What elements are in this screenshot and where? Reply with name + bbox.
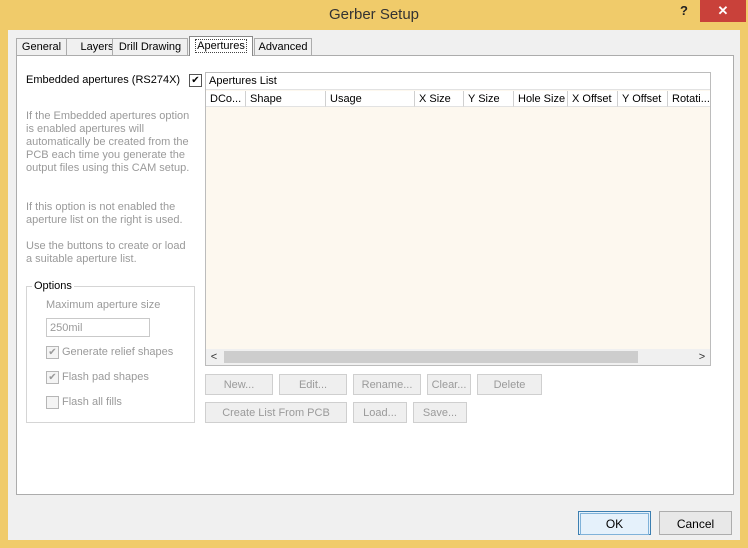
tab-apertures[interactable]: Apertures bbox=[189, 36, 253, 56]
column-header-y-size[interactable]: Y Size bbox=[464, 91, 514, 107]
window-title: Gerber Setup bbox=[328, 6, 420, 23]
ok-button-label: OK bbox=[580, 513, 649, 535]
new-button[interactable]: New... bbox=[205, 374, 273, 395]
options-group-title: Options bbox=[32, 280, 74, 292]
cancel-button[interactable]: Cancel bbox=[659, 511, 732, 535]
flash-all-fills-checkbox[interactable] bbox=[46, 396, 59, 409]
tab-advanced[interactable]: Advanced bbox=[254, 38, 312, 55]
column-header-usage[interactable]: Usage bbox=[326, 91, 415, 107]
flash-pad-checkbox[interactable]: ✔ bbox=[46, 371, 59, 384]
generate-relief-checkbox[interactable]: ✔ bbox=[46, 346, 59, 359]
column-header-dcode[interactable]: DCo... bbox=[206, 91, 246, 107]
apertures-list[interactable]: Apertures List DCo... Shape Usage X Size… bbox=[205, 72, 711, 366]
ok-button[interactable]: OK bbox=[578, 511, 651, 535]
tab-general[interactable]: General bbox=[16, 38, 67, 55]
edit-button[interactable]: Edit... bbox=[279, 374, 347, 395]
save-button[interactable]: Save... bbox=[413, 402, 467, 423]
column-header-hole-size[interactable]: Hole Size bbox=[514, 91, 568, 107]
flash-pad-label: Flash pad shapes bbox=[62, 371, 149, 383]
column-header-x-offset[interactable]: X Offset bbox=[568, 91, 618, 107]
generate-relief-label: Generate relief shapes bbox=[62, 346, 174, 358]
help-text-2: If this option is not enabled the apertu… bbox=[26, 201, 183, 226]
clear-button[interactable]: Clear... bbox=[427, 374, 471, 395]
tab-drill-drawing[interactable]: Drill Drawing bbox=[112, 38, 188, 55]
column-header-y-offset[interactable]: Y Offset bbox=[618, 91, 668, 107]
embedded-apertures-label: Embedded apertures (RS274X) bbox=[26, 74, 181, 86]
help-button[interactable]: ? bbox=[670, 0, 698, 22]
help-text-1: If the Embedded apertures option is enab… bbox=[26, 110, 190, 174]
delete-button[interactable]: Delete bbox=[477, 374, 542, 395]
embedded-apertures-checkbox[interactable]: ✔ bbox=[189, 74, 202, 87]
close-button[interactable]: ✕ bbox=[700, 0, 746, 22]
max-aperture-size-input[interactable]: 250mil bbox=[46, 318, 150, 337]
column-header-rotation[interactable]: Rotati... bbox=[668, 91, 710, 107]
load-button[interactable]: Load... bbox=[353, 402, 407, 423]
scroll-left-icon[interactable]: < bbox=[206, 349, 222, 365]
max-aperture-size-label: Maximum aperture size bbox=[46, 299, 161, 311]
scrollbar-thumb[interactable] bbox=[224, 351, 638, 363]
scroll-right-icon[interactable]: > bbox=[694, 349, 710, 365]
horizontal-scrollbar[interactable]: < > bbox=[206, 349, 710, 365]
rename-button[interactable]: Rename... bbox=[353, 374, 421, 395]
help-text-3: Use the buttons to create or load a suit… bbox=[26, 240, 186, 265]
apertures-list-title: Apertures List bbox=[206, 73, 710, 90]
column-header-x-size[interactable]: X Size bbox=[415, 91, 464, 107]
column-header-shape[interactable]: Shape bbox=[246, 91, 326, 107]
tab-apertures-label: Apertures bbox=[195, 39, 247, 53]
create-list-from-pcb-button[interactable]: Create List From PCB bbox=[205, 402, 347, 423]
flash-all-fills-label: Flash all fills bbox=[62, 396, 122, 408]
